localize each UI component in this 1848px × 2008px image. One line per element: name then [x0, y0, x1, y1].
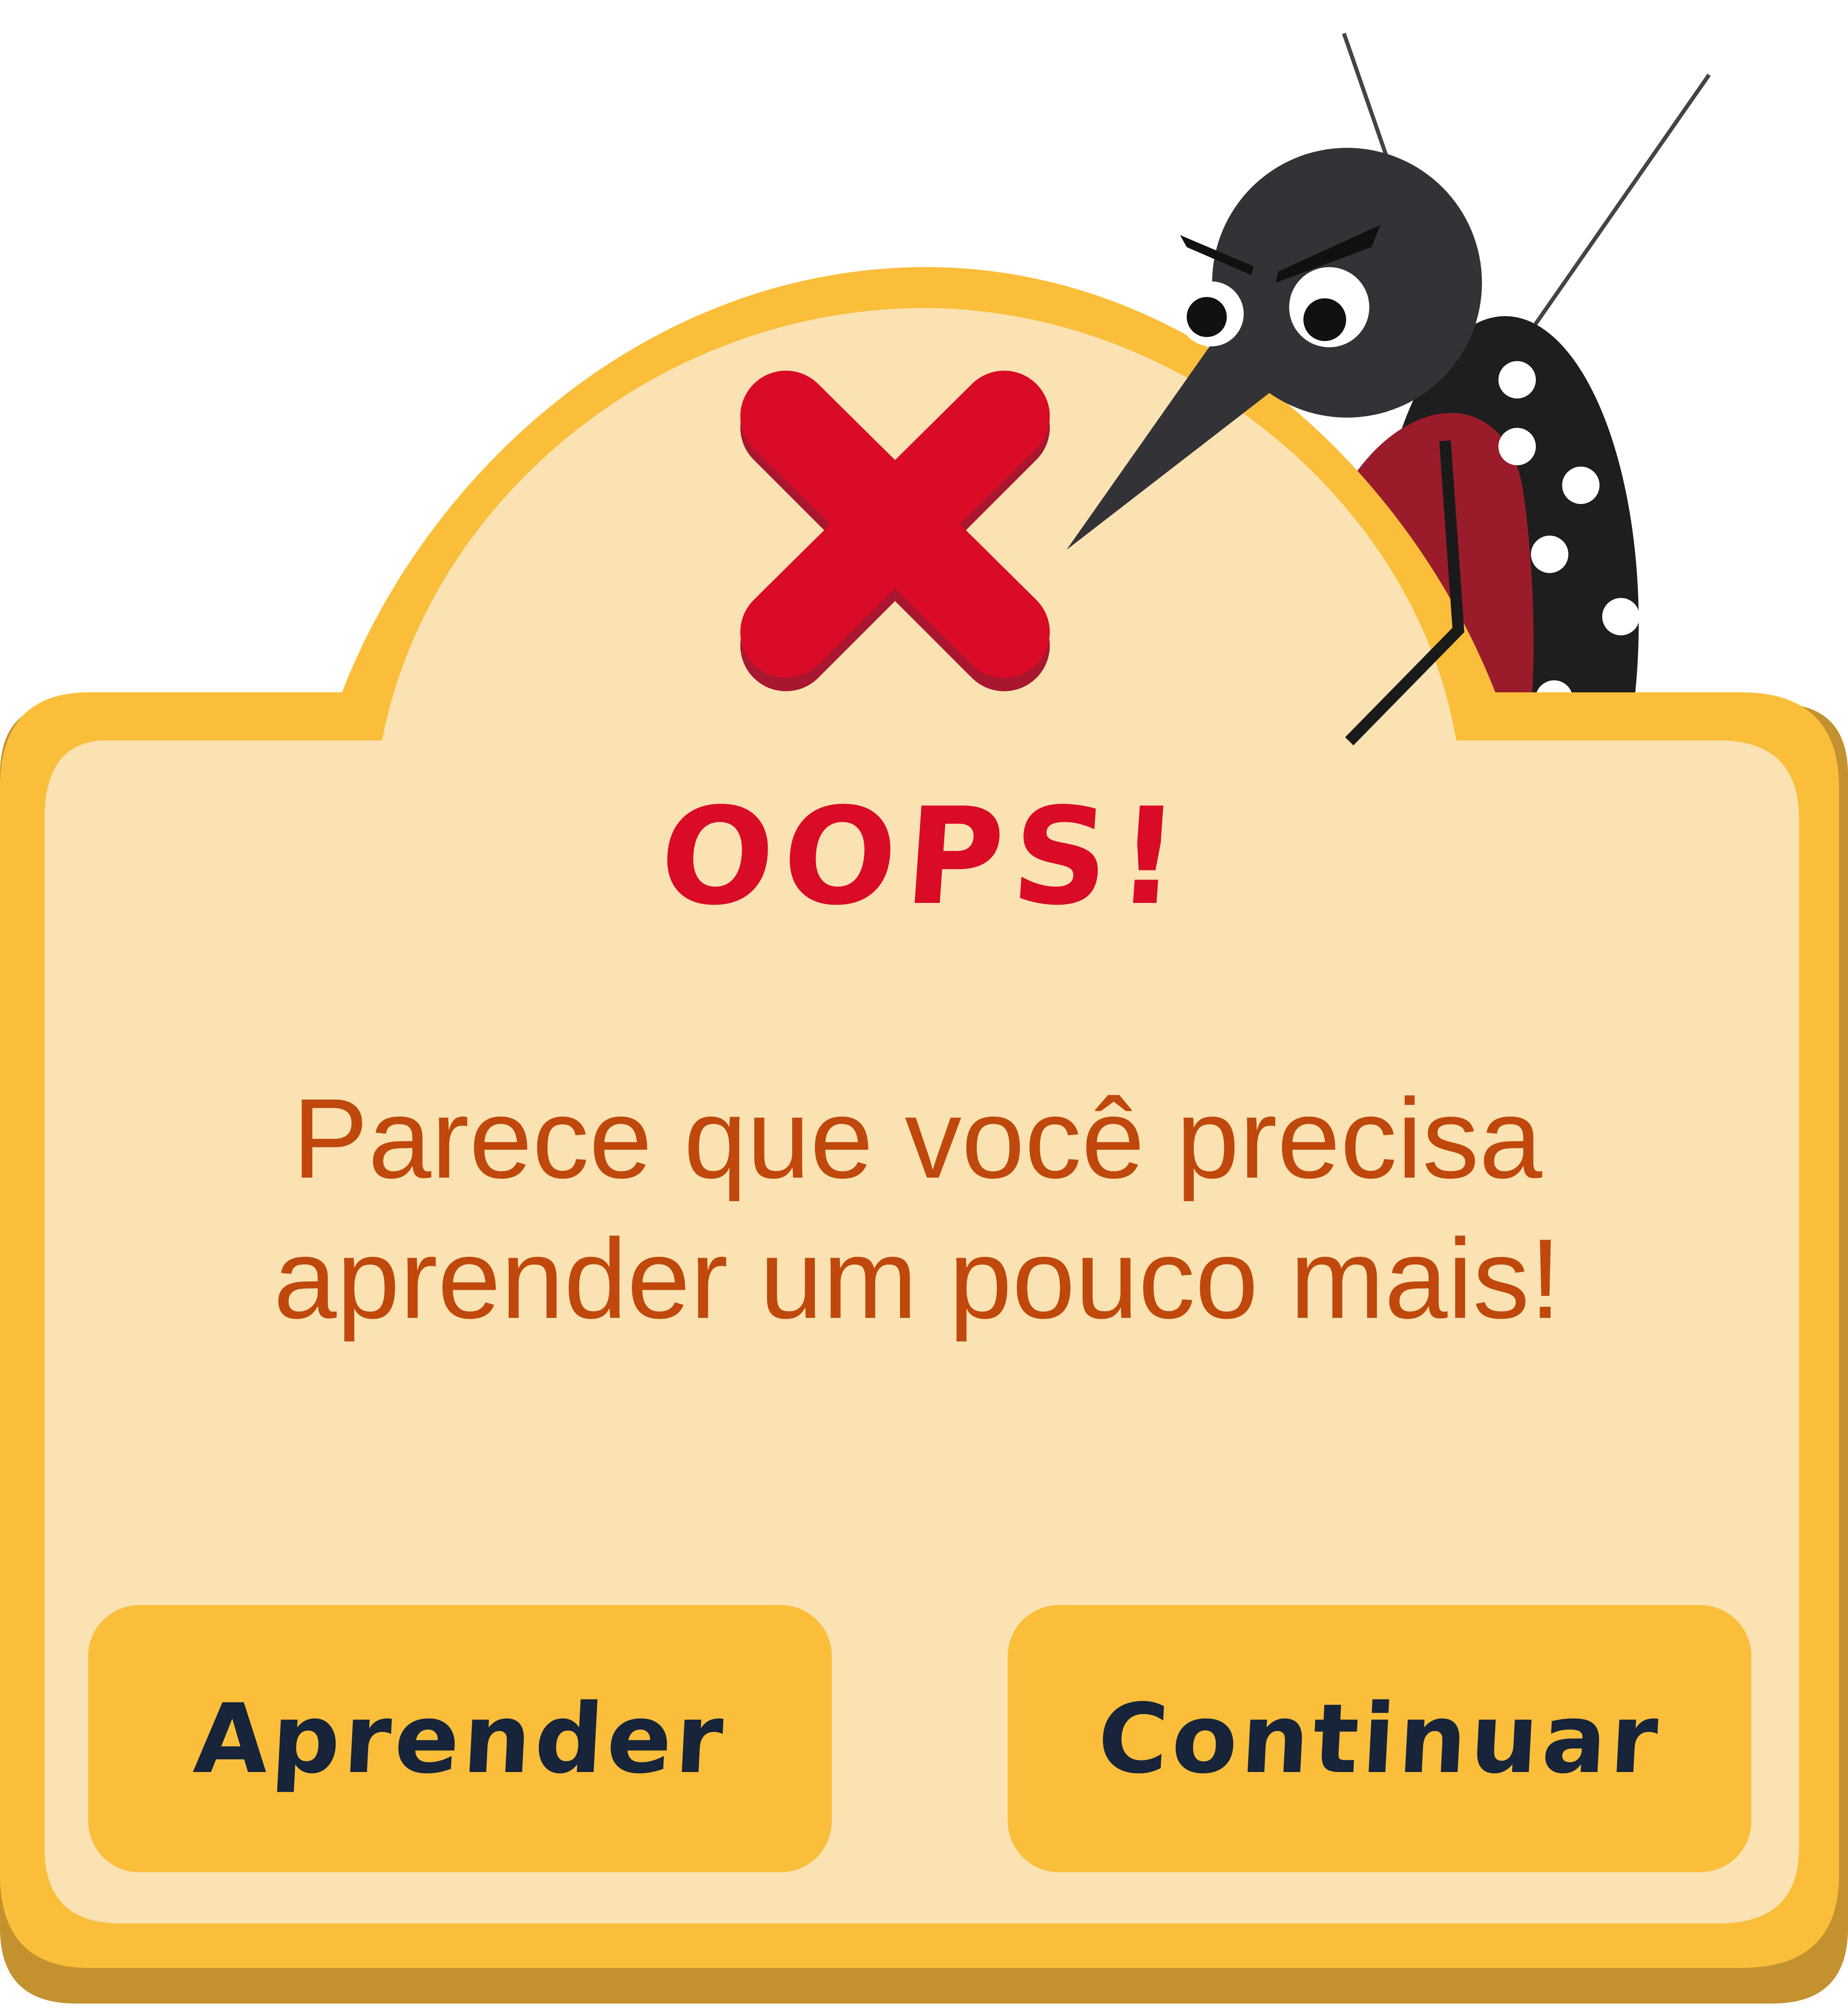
continue-button[interactable]: Continuar — [1008, 1605, 1751, 1872]
learn-button-label: Aprender — [191, 1683, 729, 1795]
learn-button[interactable]: Aprender — [88, 1605, 832, 1872]
dialog-message-line: aprender um pouco mais! — [273, 1215, 1561, 1342]
dialog-title: OOPS! — [655, 779, 1193, 935]
dialog-message: Parece que você precisa aprender um pouc… — [134, 1069, 1701, 1349]
continue-button-label: Continuar — [1095, 1683, 1664, 1795]
dialog-message-line: Parece que você precisa — [292, 1075, 1543, 1202]
